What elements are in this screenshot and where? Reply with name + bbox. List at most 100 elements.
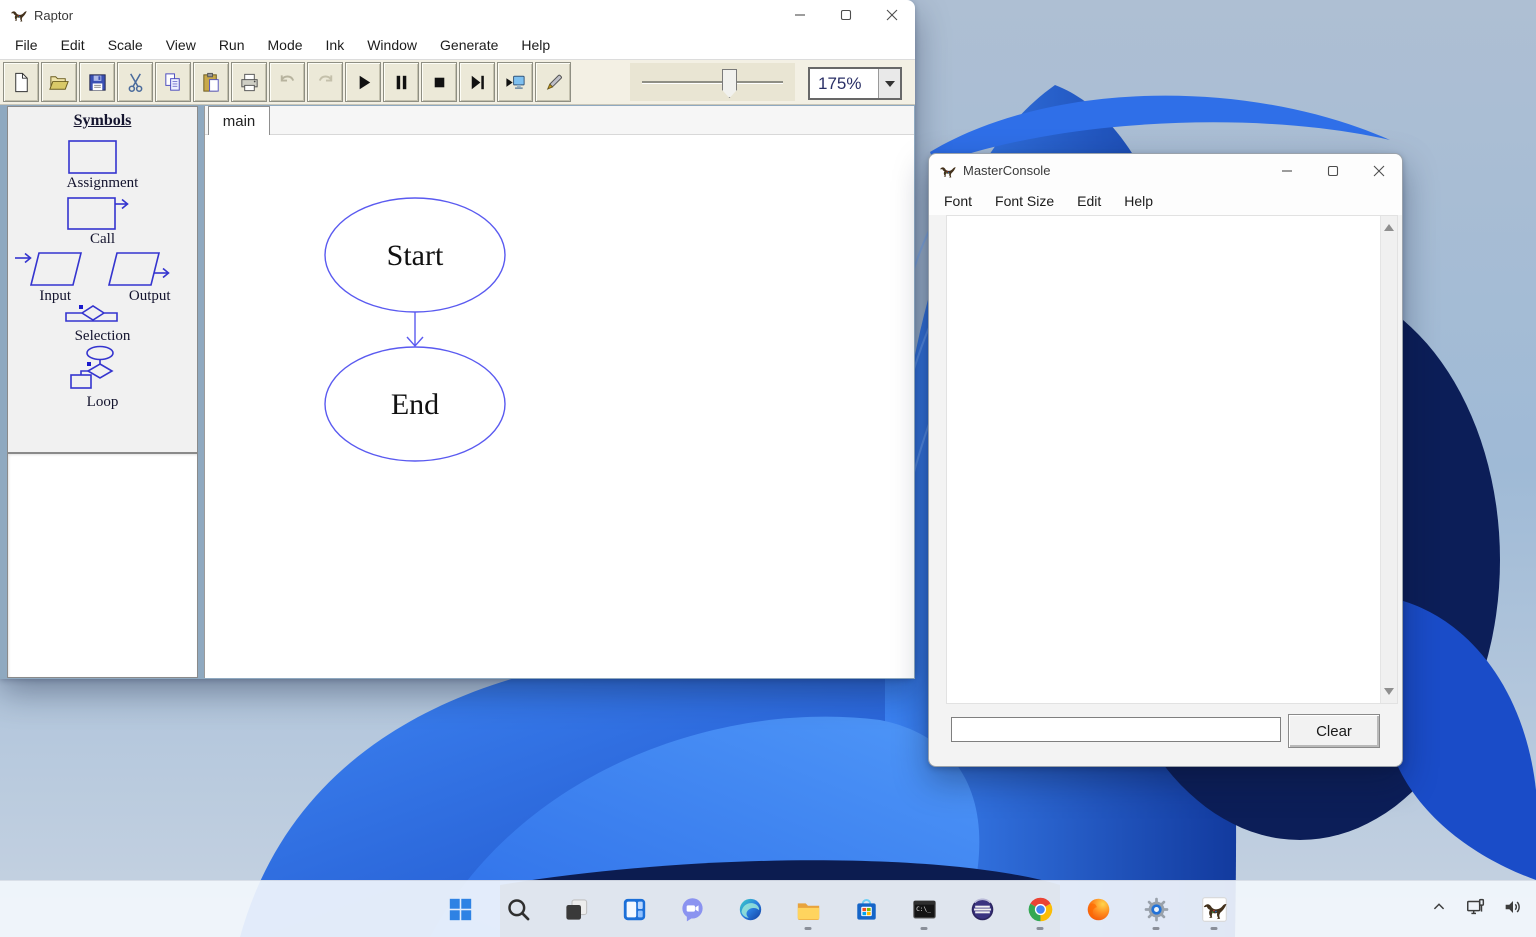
menu-run[interactable]: Run: [212, 34, 252, 56]
raptor-app-icon: [10, 7, 27, 23]
taskbar-raptor[interactable]: [1194, 886, 1234, 932]
redo-button[interactable]: [307, 62, 343, 102]
play-icon: [352, 71, 375, 94]
raptor-app-icon: [939, 163, 956, 179]
running-indicator: [1211, 927, 1218, 930]
symbol-label-assignment: Assignment: [8, 175, 197, 192]
tab-main[interactable]: main: [208, 106, 270, 135]
chrome-icon: [1027, 896, 1054, 923]
tray-volume-icon[interactable]: [1502, 896, 1524, 923]
minimize-button[interactable]: [777, 0, 823, 30]
clear-button[interactable]: Clear: [1288, 714, 1380, 748]
console-menu-help[interactable]: Help: [1117, 190, 1160, 212]
taskbar-start-button[interactable]: [440, 886, 480, 932]
menu-generate[interactable]: Generate: [433, 34, 505, 56]
copy-button[interactable]: [155, 62, 191, 102]
flow-arrow: [407, 312, 423, 346]
save-icon: [86, 71, 109, 94]
tray-chevron-up-icon[interactable]: [1428, 896, 1450, 923]
symbol-input[interactable]: [15, 253, 81, 285]
console-close-button[interactable]: [1356, 154, 1402, 187]
console-scrollbar[interactable]: [1380, 216, 1397, 703]
zoom-combo[interactable]: 175%: [808, 67, 902, 100]
symbols-panel: Symbols: [7, 106, 198, 453]
menu-mode[interactable]: Mode: [261, 34, 310, 56]
symbol-output[interactable]: [109, 253, 169, 285]
console-window-title: MasterConsole: [963, 163, 1050, 178]
symbol-label-loop: Loop: [8, 394, 197, 411]
open-button[interactable]: [41, 62, 77, 102]
taskbar-edge[interactable]: [730, 886, 770, 932]
chevron-down-icon: [885, 81, 895, 87]
console-menu-edit[interactable]: Edit: [1070, 190, 1108, 212]
taskbar-eclipse[interactable]: [962, 886, 1002, 932]
scroll-down-icon[interactable]: [1384, 688, 1394, 695]
firefox-icon: [1085, 896, 1112, 923]
symbol-call[interactable]: [68, 198, 128, 229]
new-button[interactable]: [3, 62, 39, 102]
symbol-assignment[interactable]: [69, 141, 116, 173]
play-button[interactable]: [345, 62, 381, 102]
raptor-window: Raptor File Edit Scale View Run Mode Ink…: [0, 0, 915, 678]
taskbar-search[interactable]: [498, 886, 538, 932]
taskbar-chrome[interactable]: [1020, 886, 1060, 932]
raptor-window-title: Raptor: [34, 8, 73, 23]
raptor-toolbar: 175%: [0, 60, 915, 105]
scroll-up-icon[interactable]: [1384, 224, 1394, 231]
symbol-selection[interactable]: [66, 306, 117, 321]
paste-icon: [200, 71, 223, 94]
menu-view[interactable]: View: [159, 34, 203, 56]
console-output-area[interactable]: [946, 215, 1398, 704]
menu-edit[interactable]: Edit: [54, 34, 92, 56]
ink-pen-button[interactable]: [535, 62, 571, 102]
symbol-loop[interactable]: [71, 347, 113, 389]
tab-row: main: [205, 106, 914, 135]
zoom-slider-track[interactable]: [642, 81, 783, 84]
stop-button[interactable]: [421, 62, 457, 102]
console-menu-font-size[interactable]: Font Size: [988, 190, 1061, 212]
running-indicator: [921, 927, 928, 930]
console-input[interactable]: [951, 717, 1281, 742]
print-icon: [238, 71, 261, 94]
taskbar-settings[interactable]: [1136, 886, 1176, 932]
tray-network-icon[interactable]: [1465, 896, 1487, 923]
menu-ink[interactable]: Ink: [319, 34, 352, 56]
paste-button[interactable]: [193, 62, 229, 102]
flowchart-canvas[interactable]: main Start End: [204, 106, 914, 678]
print-button[interactable]: [231, 62, 267, 102]
search-icon: [505, 896, 532, 923]
menu-scale[interactable]: Scale: [101, 34, 150, 56]
console-maximize-button[interactable]: [1310, 154, 1356, 187]
zoom-slider: [630, 63, 795, 101]
taskbar-chat[interactable]: [672, 886, 712, 932]
menu-window[interactable]: Window: [360, 34, 424, 56]
taskbar-store[interactable]: [846, 886, 886, 932]
copy-icon: [162, 71, 185, 94]
svg-text:C:\_: C:\_: [916, 906, 931, 913]
step-button[interactable]: [459, 62, 495, 102]
console-minimize-button[interactable]: [1264, 154, 1310, 187]
eclipse-icon: [969, 896, 996, 923]
running-indicator: [1153, 927, 1160, 930]
taskbar-task-view[interactable]: [556, 886, 596, 932]
taskbar-terminal[interactable]: C:\_: [904, 886, 944, 932]
zoom-dropdown-button[interactable]: [878, 69, 900, 98]
taskbar-widgets[interactable]: [614, 886, 654, 932]
undo-button[interactable]: [269, 62, 305, 102]
save-button[interactable]: [79, 62, 115, 102]
close-button[interactable]: [869, 0, 915, 30]
zoom-slider-thumb[interactable]: [722, 69, 737, 98]
taskbar-firefox[interactable]: [1078, 886, 1118, 932]
pause-button[interactable]: [383, 62, 419, 102]
end-label: End: [391, 388, 439, 421]
taskbar-file-explorer[interactable]: [788, 886, 828, 932]
run-to-console-button[interactable]: [497, 62, 533, 102]
raptor-titlebar: Raptor: [0, 0, 915, 30]
maximize-button[interactable]: [823, 0, 869, 30]
step-icon: [466, 71, 489, 94]
comment-panel[interactable]: [7, 453, 198, 678]
menu-file[interactable]: File: [8, 34, 45, 56]
menu-help[interactable]: Help: [514, 34, 557, 56]
console-menu-font[interactable]: Font: [937, 190, 979, 212]
cut-button[interactable]: [117, 62, 153, 102]
